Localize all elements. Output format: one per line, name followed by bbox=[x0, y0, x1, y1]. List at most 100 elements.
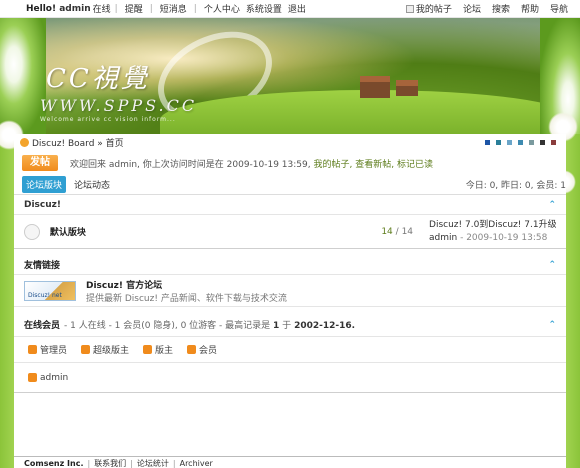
online-status: 在线 bbox=[92, 5, 111, 15]
user-icon bbox=[28, 345, 37, 354]
separator: | bbox=[114, 3, 118, 14]
hello-text: Hello! bbox=[26, 3, 57, 14]
friend-link-title[interactable]: Discuz! 官方论坛 bbox=[86, 278, 287, 291]
my-posts-label: 我的帖子 bbox=[415, 5, 452, 15]
my-posts-link[interactable]: 我的帖子 bbox=[405, 2, 452, 15]
contact-link[interactable]: 联系我们 bbox=[94, 458, 126, 468]
breadcrumb-bar: Discuz! Board » 首页 bbox=[14, 134, 566, 151]
site-logo[interactable]: CC視覺 bbox=[46, 58, 150, 95]
links-header: 友情链接 ⌃ bbox=[14, 255, 566, 275]
pm-link[interactable]: 短消息 bbox=[160, 2, 187, 15]
legend-item: 版主 bbox=[143, 343, 173, 356]
settings-link[interactable]: 系统设置 bbox=[246, 2, 282, 15]
user-icon bbox=[28, 373, 37, 382]
top-bar: Hello! admin 在线 | 提醒 | 短消息 | 个人中心 系统设置 退… bbox=[0, 0, 580, 18]
forum-stats: 今日: 0, 昨日: 0, 会员: 1 bbox=[465, 181, 566, 191]
welcome-bar: 发帖 欢迎回来 admin, 你上次访问时间是在 2009-10-19 13:5… bbox=[14, 151, 566, 175]
online-summary-text: - 1 人在线 - 1 会员(0 隐身), 0 位游客 - 最高记录是 bbox=[64, 321, 271, 331]
separator: | bbox=[149, 3, 153, 14]
separator: | bbox=[87, 459, 91, 468]
category-header: Discuz! ⌃ bbox=[14, 195, 566, 215]
search-link[interactable]: 搜索 bbox=[492, 2, 510, 15]
footer: Comsenz Inc. | 联系我们 | 论坛统计 | Archiver bbox=[14, 456, 566, 468]
user-group-legend: 管理员 超级版主 版主 会员 bbox=[14, 337, 566, 363]
forum-status-icon bbox=[24, 223, 40, 240]
friend-link-desc: 提供最新 Discuz! 产品新闻、软件下载与技术交流 bbox=[86, 293, 287, 304]
collapse-icon[interactable]: ⌃ bbox=[548, 200, 556, 210]
style-swatch[interactable] bbox=[518, 140, 523, 145]
breadcrumb[interactable]: Discuz! Board » 首页 bbox=[32, 136, 124, 149]
collapse-icon[interactable]: ⌃ bbox=[548, 260, 556, 270]
forum-counts: 14 / 14 bbox=[381, 226, 414, 237]
forum-name[interactable]: 默认版块 bbox=[50, 225, 375, 238]
friend-link-row: Discuz! net Discuz! 官方论坛 提供最新 Discuz! 产品… bbox=[14, 275, 566, 307]
welcome-message: 欢迎回来 admin, 你上次访问时间是在 2009-10-19 13:59, … bbox=[70, 157, 433, 170]
greeting: Hello! admin bbox=[26, 4, 91, 14]
user-center-link[interactable]: 个人中心 bbox=[204, 2, 240, 15]
separator: | bbox=[193, 3, 197, 14]
mark-read-link[interactable]: 标记已读 bbox=[397, 160, 433, 170]
friend-link-text: Discuz! 官方论坛 提供最新 Discuz! 产品新闻、软件下载与技术交流 bbox=[86, 278, 287, 304]
links-title: 友情链接 bbox=[24, 261, 61, 271]
separator: | bbox=[172, 459, 176, 468]
style-switcher bbox=[485, 140, 556, 145]
user-icon bbox=[143, 345, 153, 354]
online-header: 在线会员 - 1 人在线 - 1 会员(0 隐身), 0 位游客 - 最高记录是… bbox=[14, 313, 566, 337]
notice-link[interactable]: 提醒 bbox=[125, 2, 143, 15]
banner-house bbox=[396, 80, 418, 96]
navigation-link[interactable]: 导航 bbox=[550, 2, 568, 15]
last-post-title[interactable]: Discuz! 7.0到Discuz! 7.1升级图 bbox=[429, 219, 556, 232]
style-swatch[interactable] bbox=[529, 140, 534, 145]
forum-row: 默认版块 14 / 14 Discuz! 7.0到Discuz! 7.1升级图 … bbox=[14, 215, 566, 249]
site-url: WWW.SPPS.CC bbox=[40, 96, 198, 115]
online-users-list: admin bbox=[14, 363, 566, 393]
discuz-logo[interactable]: Discuz! net bbox=[24, 280, 76, 301]
legend-label: 管理员 bbox=[40, 346, 68, 356]
new-posts-link[interactable]: 我的帖子, 查看新帖, bbox=[313, 160, 394, 170]
footer-brand[interactable]: Comsenz Inc. bbox=[24, 459, 83, 468]
style-swatch[interactable] bbox=[507, 140, 512, 145]
record-count: 1 bbox=[273, 321, 280, 331]
tab-forums[interactable]: 论坛版块 bbox=[22, 176, 67, 193]
legend-item: 超级版主 bbox=[81, 343, 129, 356]
style-swatch[interactable] bbox=[551, 140, 556, 145]
user-icon bbox=[187, 345, 197, 354]
online-summary: - 1 人在线 - 1 会员(0 隐身), 0 位游客 - 最高记录是 1 于 … bbox=[64, 318, 355, 331]
document-icon bbox=[405, 4, 414, 13]
last-post-time: - 2009-10-19 13:58 bbox=[460, 232, 548, 243]
banner-house bbox=[360, 76, 390, 98]
style-swatch[interactable] bbox=[496, 140, 501, 145]
username-link[interactable]: admin bbox=[59, 4, 90, 14]
last-post-author[interactable]: admin bbox=[429, 233, 457, 243]
top-right-links: 我的帖子 论坛 搜索 帮助 导航 bbox=[405, 2, 568, 15]
category-title[interactable]: Discuz! bbox=[24, 200, 61, 210]
legend-item: 管理员 bbox=[28, 343, 67, 356]
collapse-icon[interactable]: ⌃ bbox=[548, 320, 556, 330]
legend-label: 版主 bbox=[155, 346, 174, 356]
forum-tabs: 论坛版块 论坛动态 今日: 0, 昨日: 0, 会员: 1 bbox=[14, 175, 566, 195]
site-banner: CC視覺 WWW.SPPS.CC Welcome arrive cc visio… bbox=[0, 18, 580, 134]
legend-label: 超级版主 bbox=[93, 346, 130, 356]
online-title: 在线会员 bbox=[24, 321, 61, 331]
help-link[interactable]: 帮助 bbox=[521, 2, 539, 15]
new-post-button[interactable]: 发帖 bbox=[22, 155, 58, 171]
tab-activity[interactable]: 论坛动态 bbox=[74, 178, 110, 191]
site-slogan: Welcome arrive cc vision inform... bbox=[40, 116, 176, 123]
user-icon bbox=[81, 345, 91, 354]
post-count: 14 bbox=[401, 226, 414, 237]
online-user-name: admin bbox=[40, 372, 69, 383]
home-icon[interactable] bbox=[20, 138, 29, 147]
separator: | bbox=[130, 459, 133, 468]
online-user[interactable]: admin bbox=[28, 373, 68, 383]
style-swatch[interactable] bbox=[485, 140, 490, 145]
thread-count: 14 bbox=[381, 226, 393, 237]
last-post: Discuz! 7.0到Discuz! 7.1升级图 admin - 2009-… bbox=[429, 219, 556, 245]
logout-link[interactable]: 退出 bbox=[288, 2, 306, 15]
online-summary-text: 于 bbox=[282, 321, 292, 331]
main-panel: Discuz! Board » 首页 发帖 欢迎回来 admin, 你上次访问时… bbox=[14, 134, 566, 468]
stats-link[interactable]: 论坛统计 bbox=[137, 458, 169, 468]
legend-label: 会员 bbox=[199, 346, 218, 356]
forum-link[interactable]: 论坛 bbox=[463, 2, 481, 15]
style-swatch[interactable] bbox=[540, 140, 545, 145]
archiver-link[interactable]: Archiver bbox=[180, 459, 213, 468]
